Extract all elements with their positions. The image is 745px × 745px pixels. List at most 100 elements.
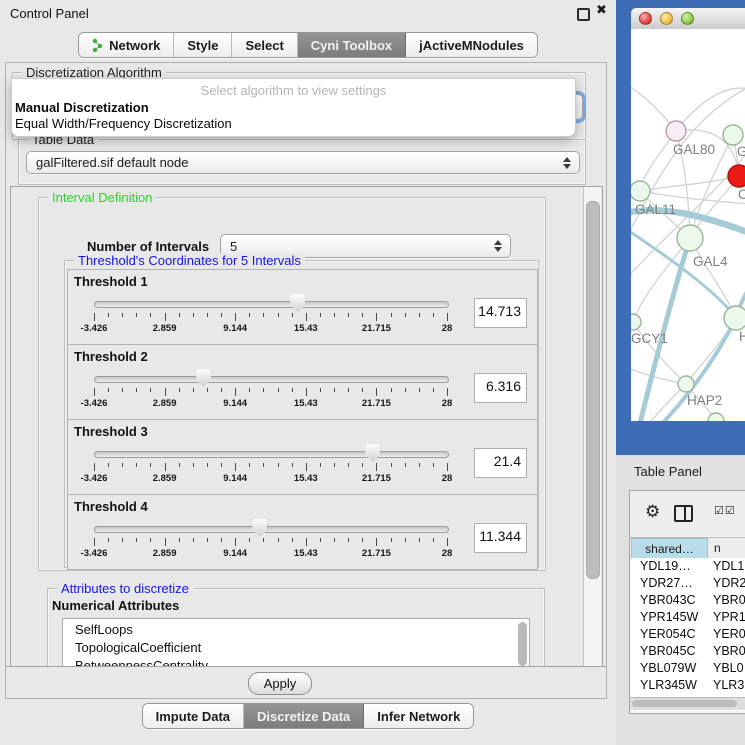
network-canvas[interactable]: GAL80GACGAL11GAL4GCY1HHAP2 — [631, 29, 745, 421]
table-row[interactable]: YDL19…YDL1 — [631, 558, 745, 575]
close-traffic-light[interactable] — [639, 12, 652, 25]
tick-label: -3.426 — [81, 473, 108, 484]
threshold-value-field[interactable]: 6.316 — [474, 373, 527, 403]
major-tick — [94, 313, 95, 321]
tab-cyni-toolbox[interactable]: Cyni Toolbox — [298, 33, 406, 57]
table-row[interactable]: YPR145WYPR1 — [631, 609, 745, 626]
threshold-row-4: Threshold 4-3.4262.8599.14415.4321.71528… — [67, 494, 538, 570]
network-node-h[interactable] — [724, 306, 745, 330]
tab-discretize-data[interactable]: Discretize Data — [244, 704, 364, 728]
table-row[interactable]: YDR27…YDR2 — [631, 575, 745, 592]
network-window-frame[interactable]: GAL80GACGAL11GAL4GCY1HHAP2 — [616, 0, 745, 455]
network-node-gal4[interactable] — [677, 225, 703, 251]
threshold-value-field[interactable]: 11.344 — [474, 523, 527, 553]
network-edge[interactable] — [633, 238, 690, 322]
table-hscrollbar[interactable] — [630, 697, 745, 710]
tab-jactivemnodules[interactable]: jActiveMNodules — [406, 33, 537, 57]
threshold-value-field[interactable]: 14.713 — [474, 298, 527, 328]
slider-thumb[interactable] — [290, 294, 305, 312]
slider-track[interactable] — [94, 451, 449, 458]
major-tick — [306, 388, 307, 396]
slider-track[interactable] — [94, 376, 449, 383]
major-tick — [376, 538, 377, 546]
tab-style[interactable]: Style — [174, 33, 232, 57]
minor-tick — [193, 538, 194, 542]
table-row[interactable]: YER054CYER0 — [631, 626, 745, 643]
node-label: GCY1 — [631, 331, 668, 346]
table-hscrollbar-thumb[interactable] — [632, 700, 737, 707]
tick-label: 9.144 — [223, 323, 247, 334]
network-node-gal11[interactable] — [631, 181, 650, 201]
network-window-titlebar[interactable] — [631, 8, 745, 30]
tab-label: Style — [187, 38, 218, 53]
table-row[interactable]: YBL079WYBL0 — [631, 660, 745, 677]
threshold-label: Threshold 4 — [74, 499, 148, 514]
minor-tick — [405, 313, 406, 317]
apply-button[interactable]: Apply — [248, 672, 312, 695]
tick-label: 28 — [442, 473, 453, 484]
column-header-shared-name[interactable]: shared… — [631, 538, 708, 560]
node-table: ⚙ ☑☑ shared… n YDL19…YDL1YDR27…YDR2YBR04… — [629, 490, 745, 714]
table-data-value: galFiltered.sif default node — [36, 155, 188, 170]
settings-scrollbar[interactable] — [583, 187, 601, 667]
minor-tick — [193, 313, 194, 317]
minor-tick — [362, 388, 363, 392]
slider-thumb[interactable] — [196, 369, 211, 387]
slider-track[interactable] — [94, 301, 449, 308]
minor-tick — [433, 313, 434, 317]
cell-name: YBR0 — [713, 644, 745, 658]
threshold-value-field[interactable]: 21.4 — [474, 448, 527, 478]
node-label: HAP2 — [687, 393, 722, 408]
apply-strip: Apply — [5, 666, 607, 699]
major-tick — [165, 313, 166, 321]
slider-track[interactable] — [94, 526, 449, 533]
network-node-ga[interactable] — [723, 125, 743, 145]
tab-infer-network[interactable]: Infer Network — [364, 704, 473, 728]
node-label: GAL11 — [635, 202, 676, 217]
table-row[interactable]: YBR043CYBR0 — [631, 592, 745, 609]
tab-select[interactable]: Select — [232, 33, 297, 57]
slider-thumb[interactable] — [252, 519, 267, 537]
network-node-gcy1[interactable] — [631, 314, 641, 330]
cell-shared-name: YPR145W — [640, 610, 698, 624]
checkbox-icons[interactable]: ☑☑ — [714, 504, 736, 517]
attribute-item-topologicalcoefficient[interactable]: TopologicalCoefficient — [63, 639, 529, 657]
network-edge-highlighted[interactable] — [636, 238, 690, 421]
zoom-traffic-light[interactable] — [681, 12, 694, 25]
minor-tick — [263, 313, 264, 317]
gear-icon[interactable]: ⚙ — [645, 502, 660, 522]
settings-scrollbar-thumb[interactable] — [586, 201, 600, 579]
column-header-name[interactable]: n — [708, 538, 745, 558]
table-row[interactable]: YBR045CYBR0 — [631, 643, 745, 660]
network-node-hap2[interactable] — [678, 376, 694, 392]
minimize-traffic-light[interactable] — [660, 12, 673, 25]
tick-label: 2.859 — [153, 398, 177, 409]
group-label: Interval Definition — [48, 190, 156, 205]
column-split-icon[interactable] — [674, 505, 693, 522]
table-row[interactable]: YLR345WYLR3 — [631, 677, 745, 694]
dropdown-item-equal-width-frequency-discretization[interactable]: Equal Width/Frequency Discretization — [15, 116, 232, 131]
major-tick — [306, 538, 307, 546]
minor-tick — [136, 463, 137, 467]
minor-tick — [122, 538, 123, 542]
list-scrollbar-thumb[interactable] — [518, 622, 527, 666]
network-node[interactable] — [708, 413, 724, 421]
dropdown-item-manual-discretization[interactable]: Manual Discretization — [15, 100, 149, 115]
cell-shared-name: YBR043C — [640, 593, 696, 607]
network-edge[interactable] — [640, 176, 739, 191]
table-data-combobox[interactable]: galFiltered.sif default node — [26, 151, 580, 174]
close-icon[interactable]: ✖ — [596, 3, 607, 18]
major-tick — [165, 538, 166, 546]
list-scrollbar[interactable] — [517, 621, 528, 667]
float-window-icon[interactable] — [577, 8, 590, 21]
node-label: H — [739, 329, 745, 344]
screen: Control Panel ✖ NetworkStyleSelectCyni T… — [0, 0, 745, 745]
tab-network[interactable]: Network — [79, 33, 174, 57]
minor-tick — [221, 463, 222, 467]
numerical-attributes-label: Numerical Attributes — [52, 598, 179, 613]
tab-impute-data[interactable]: Impute Data — [143, 704, 244, 728]
attribute-item-selfloops[interactable]: SelfLoops — [63, 621, 529, 639]
slider-thumb[interactable] — [365, 444, 380, 462]
network-node-gal80[interactable] — [666, 121, 686, 141]
network-node-c[interactable] — [728, 165, 745, 187]
